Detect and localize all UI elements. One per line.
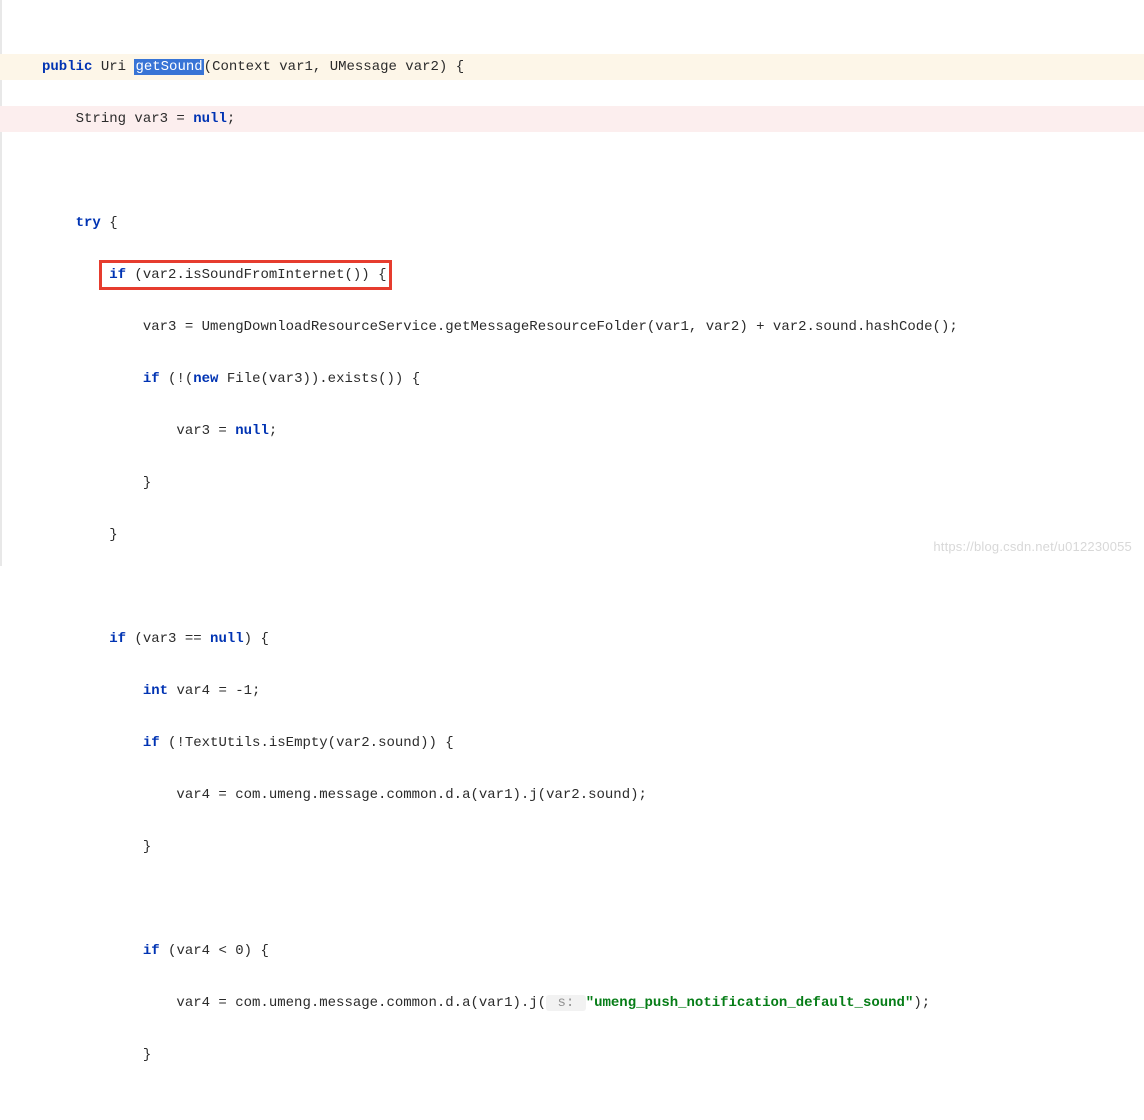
statement: var3 = UmengDownloadResourceService.getM… <box>143 319 958 335</box>
keyword-if: if <box>109 631 126 647</box>
keyword-int: int <box>143 683 168 699</box>
code-line: if (var4 < 0) { <box>0 938 1144 964</box>
code-line: String var3 = null; <box>0 106 1144 132</box>
brace: { <box>101 215 118 231</box>
code-line: if (var3 == null) { <box>0 626 1144 652</box>
brace: } <box>109 527 117 543</box>
keyword-if: if <box>143 371 160 387</box>
code-line: var3 = null; <box>0 418 1144 444</box>
text: (!( <box>160 371 194 387</box>
keyword-public: public <box>42 59 92 75</box>
text: (var4 < 0) { <box>160 943 269 959</box>
text: ) { <box>244 631 269 647</box>
parameter-hint: s: <box>546 995 586 1011</box>
var-decl: String var3 = <box>76 111 194 127</box>
text: (!TextUtils.isEmpty(var2.sound)) { <box>160 735 454 751</box>
keyword-if: if <box>143 735 160 751</box>
keyword-if: if <box>143 943 160 959</box>
method-params: (Context var1, UMessage var2) { <box>204 59 464 75</box>
text: ); <box>913 995 930 1011</box>
text: (var3 == <box>126 631 210 647</box>
code-line: } <box>0 834 1144 860</box>
keyword-null: null <box>193 111 227 127</box>
keyword-if: if <box>109 267 126 283</box>
code-line: public Uri getSound(Context var1, UMessa… <box>0 54 1144 80</box>
method-name-selected[interactable]: getSound <box>134 59 203 75</box>
text: var4 = com.umeng.message.common.d.a(var1… <box>176 995 546 1011</box>
code-line: } <box>0 1042 1144 1068</box>
code-line: if (!TextUtils.isEmpty(var2.sound)) { <box>0 730 1144 756</box>
statement: var4 = com.umeng.message.common.d.a(var1… <box>176 787 646 803</box>
text: File(var3)).exists()) { <box>218 371 420 387</box>
brace: } <box>143 839 151 855</box>
highlighted-condition: if (var2.isSoundFromInternet()) { <box>109 262 386 288</box>
semicolon: ; <box>227 111 235 127</box>
code-line: } <box>0 470 1144 496</box>
code-line: } <box>0 522 1144 548</box>
text: var4 = -1; <box>168 683 260 699</box>
code-line: var4 = com.umeng.message.common.d.a(var1… <box>0 782 1144 808</box>
string-literal: "umeng_push_notification_default_sound" <box>586 995 914 1011</box>
code-line-blank <box>0 886 1144 912</box>
return-type: Uri <box>101 59 126 75</box>
code-line-blank <box>0 574 1144 600</box>
code-line: try { <box>0 210 1144 236</box>
code-line: var3 = UmengDownloadResourceService.getM… <box>0 314 1144 340</box>
condition-text: (var2.isSoundFromInternet()) { <box>126 267 386 283</box>
code-line-blank <box>0 158 1144 184</box>
keyword-try: try <box>76 215 101 231</box>
text: var3 = <box>176 423 235 439</box>
brace: } <box>143 1047 151 1063</box>
code-line: int var4 = -1; <box>0 678 1144 704</box>
code-editor[interactable]: public Uri getSound(Context var1, UMessa… <box>0 0 1144 1120</box>
keyword-null: null <box>210 631 244 647</box>
code-line: var4 = com.umeng.message.common.d.a(var1… <box>0 990 1144 1016</box>
semicolon: ; <box>269 423 277 439</box>
keyword-null: null <box>235 423 269 439</box>
brace: } <box>143 475 151 491</box>
keyword-new: new <box>193 371 218 387</box>
code-line-highlighted: if (var2.isSoundFromInternet()) { <box>0 262 1144 288</box>
code-line: if (!(new File(var3)).exists()) { <box>0 366 1144 392</box>
